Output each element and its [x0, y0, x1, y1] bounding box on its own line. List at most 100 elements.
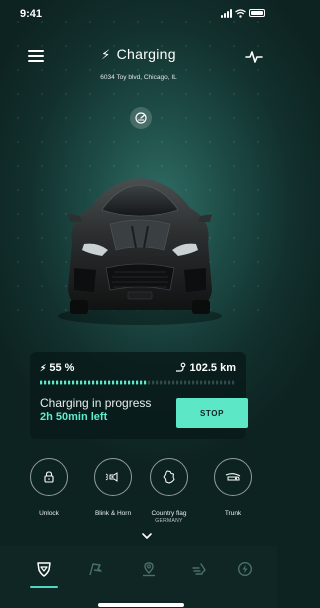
progress-segment-filled	[84, 380, 87, 385]
progress-segment-filled	[44, 380, 47, 385]
progress-segment-empty	[220, 380, 223, 385]
progress-segment-filled	[56, 380, 59, 385]
progress-segment-empty	[228, 380, 231, 385]
progress-segment-empty	[196, 380, 199, 385]
page-title: ⚡︎ Charging	[0, 46, 277, 63]
active-tab-indicator	[30, 586, 58, 588]
progress-segment-filled	[116, 380, 119, 385]
range-text: 102.5 km	[189, 362, 236, 374]
percent-text: 55 %	[49, 362, 75, 374]
progress-segment-empty	[200, 380, 203, 385]
progress-segment-filled	[112, 380, 115, 385]
action-trunk[interactable]: Trunk	[204, 458, 262, 518]
speedometer-button[interactable]	[130, 107, 152, 129]
charge-bolt-icon	[237, 561, 253, 577]
charge-progress-bar	[40, 380, 235, 385]
tab-flag[interactable]	[84, 558, 106, 580]
progress-segment-empty	[176, 380, 179, 385]
action-blink-horn[interactable]: Blink & Horn	[84, 458, 142, 518]
bolt-small-icon: ⚡︎	[40, 363, 47, 373]
progress-segment-empty	[216, 380, 219, 385]
chevron-down-icon[interactable]	[141, 532, 153, 540]
progress-segment-filled	[80, 380, 83, 385]
status-bar: 9:41	[0, 0, 277, 30]
battery-icon	[249, 9, 265, 17]
time-left-text: 2h 50min left	[40, 411, 108, 423]
progress-segment-empty	[208, 380, 211, 385]
header: ⚡︎ Charging 6034 Toy blvd, Chicago, IL	[0, 38, 277, 88]
progress-segment-empty	[152, 380, 155, 385]
car-image	[58, 178, 222, 325]
progress-segment-filled	[40, 380, 43, 385]
action-label: Trunk	[224, 510, 242, 517]
progress-segment-filled	[140, 380, 143, 385]
tab-location[interactable]	[138, 558, 160, 580]
progress-segment-empty	[168, 380, 171, 385]
progress-segment-filled	[76, 380, 79, 385]
progress-segment-empty	[224, 380, 227, 385]
trunk-button[interactable]	[214, 458, 252, 496]
speed-lines-icon	[192, 563, 206, 575]
progress-segment-filled	[136, 380, 139, 385]
signal-icon	[221, 8, 232, 18]
action-label: Unlock	[39, 510, 59, 517]
bottom-tab-bar	[0, 546, 277, 608]
progress-segment-empty	[148, 380, 151, 385]
flag-icon	[89, 563, 102, 576]
quick-actions: Unlock Blink & Horn Country flag GERMANY	[0, 458, 277, 528]
progress-segment-filled	[52, 380, 55, 385]
tab-charge[interactable]	[234, 558, 256, 580]
location-pin-icon	[143, 562, 155, 577]
action-sublabel: GERMANY	[155, 518, 183, 524]
progress-segment-empty	[192, 380, 195, 385]
wifi-icon	[235, 8, 246, 18]
progress-segment-empty	[204, 380, 207, 385]
status-time: 9:41	[20, 8, 43, 20]
progress-segment-filled	[108, 380, 111, 385]
progress-segment-filled	[92, 380, 95, 385]
stop-charging-button[interactable]: STOP	[176, 398, 248, 428]
progress-segment-filled	[128, 380, 131, 385]
tab-speed[interactable]	[188, 558, 210, 580]
action-label: Blink & Horn	[94, 510, 132, 517]
activity-pulse-icon[interactable]	[245, 50, 263, 64]
address-text: 6034 Toy blvd, Chicago, IL	[100, 74, 177, 81]
bolt-icon: ⚡︎	[101, 47, 111, 62]
progress-segment-empty	[180, 380, 183, 385]
speedometer-icon	[135, 112, 147, 124]
progress-segment-filled	[144, 380, 147, 385]
battery-percent: ⚡︎ 55 %	[40, 362, 74, 374]
progress-segment-empty	[188, 380, 191, 385]
home-indicator	[98, 603, 184, 607]
action-unlock[interactable]: Unlock	[20, 458, 78, 518]
progress-segment-filled	[120, 380, 123, 385]
progress-segment-filled	[100, 380, 103, 385]
progress-segment-filled	[88, 380, 91, 385]
progress-segment-empty	[212, 380, 215, 385]
progress-segment-filled	[48, 380, 51, 385]
progress-segment-empty	[164, 380, 167, 385]
progress-segment-filled	[68, 380, 71, 385]
title-text: Charging	[116, 46, 176, 62]
route-icon	[175, 362, 185, 372]
progress-segment-empty	[172, 380, 175, 385]
progress-segment-empty	[232, 380, 235, 385]
progress-segment-filled	[104, 380, 107, 385]
progress-segment-empty	[156, 380, 159, 385]
progress-segment-empty	[184, 380, 187, 385]
charging-panel: ⚡︎ 55 % 102.5 km Charging in progress 2h …	[30, 352, 248, 439]
lock-icon	[44, 471, 54, 483]
charge-stats-row: ⚡︎ 55 % 102.5 km	[40, 361, 236, 375]
progress-segment-filled	[96, 380, 99, 385]
country-map-icon	[163, 470, 175, 484]
charging-status-text: Charging in progress	[40, 396, 152, 410]
country-flag-button[interactable]	[150, 458, 188, 496]
shield-car-icon	[37, 562, 51, 577]
blink-horn-button[interactable]	[94, 458, 132, 496]
range-readout: 102.5 km	[175, 362, 236, 374]
tab-car[interactable]	[33, 558, 55, 580]
progress-segment-filled	[64, 380, 67, 385]
action-country-flag[interactable]: Country flag GERMANY	[140, 458, 198, 524]
unlock-button[interactable]	[30, 458, 68, 496]
action-label: Country flag	[151, 510, 187, 517]
